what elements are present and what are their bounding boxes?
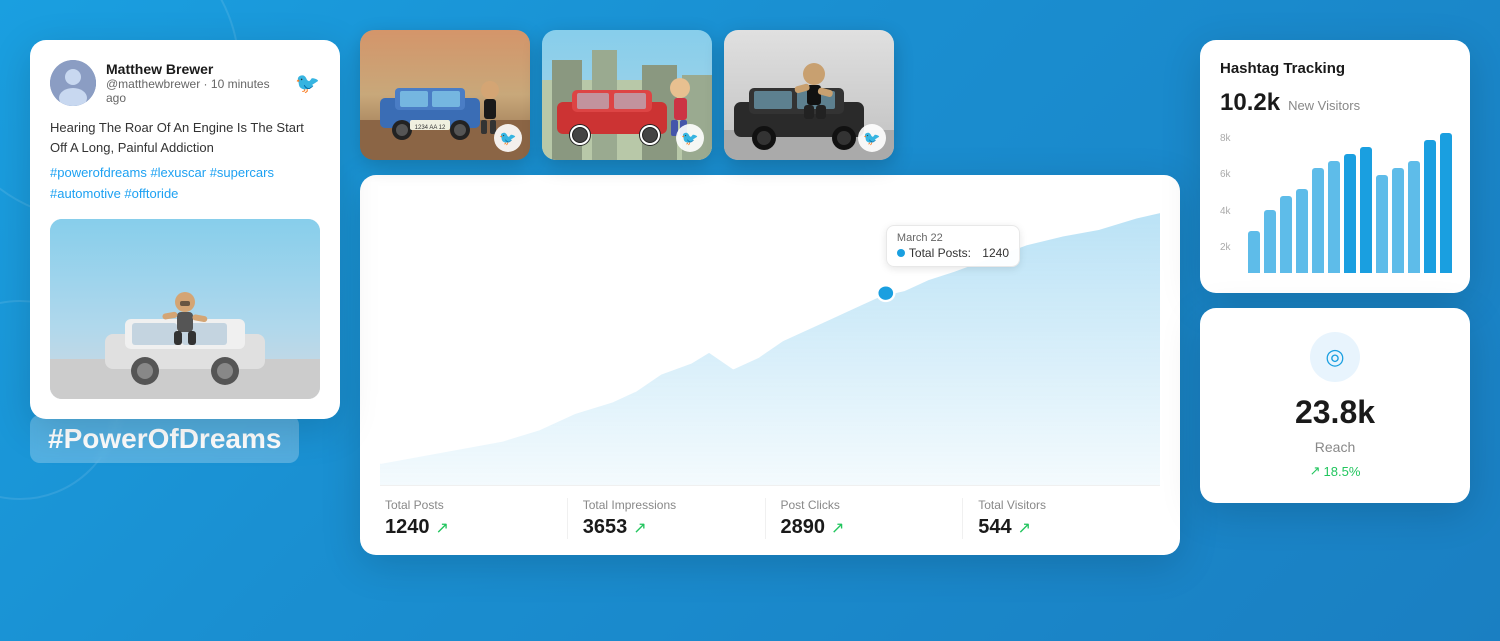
bars-container (1248, 133, 1452, 273)
photo-grid: 1234 AA 12 🐦 (360, 30, 1180, 160)
reach-change-badge: ↗ 18.5% (1310, 463, 1361, 479)
bar-item (1280, 196, 1292, 273)
photo-thumb-3[interactable]: 🐦 (724, 30, 894, 160)
right-panel: Hashtag Tracking 10.2k New Visitors 8k 6… (1200, 40, 1470, 503)
stats-row: Total Posts 1240 ↗ Total Impressions 365… (380, 485, 1160, 555)
stat-total-posts-label: Total Posts (385, 498, 552, 512)
stat-visitors-value: 544 (978, 516, 1011, 539)
bar-item (1440, 133, 1452, 273)
middle-section: 1234 AA 12 🐦 (360, 30, 1180, 555)
bar-chart-area: 8k 6k 4k 2k (1220, 133, 1450, 273)
y-axis: 8k 6k 4k 2k (1220, 133, 1231, 253)
photo-thumb-2[interactable]: 🐦 (542, 30, 712, 160)
stat-visitors-value-row: 544 ↗ (978, 516, 1145, 539)
stat-visitors-label: Total Visitors (978, 498, 1145, 512)
tweet-card: Matthew Brewer @matthewbrewer · 10 minut… (30, 40, 340, 419)
avatar (50, 60, 96, 106)
stat-total-posts-arrow: ↗ (436, 518, 449, 538)
stat-total-visitors: Total Visitors 544 ↗ (963, 498, 1160, 539)
bar-item (1264, 210, 1276, 273)
chart-card: March 22 Total Posts: 1240 (360, 175, 1180, 555)
svg-text:1234 AA 12: 1234 AA 12 (415, 125, 446, 131)
stat-visitors-arrow: ↗ (1018, 518, 1031, 538)
tweet-text: Hearing The Roar Of An Engine Is The Sta… (50, 118, 320, 157)
tooltip-dot (897, 249, 905, 257)
tweet-image (50, 219, 320, 399)
tweet-header: Matthew Brewer @matthewbrewer · 10 minut… (50, 60, 320, 106)
chart-tooltip: March 22 Total Posts: 1240 (886, 225, 1020, 267)
bar-item (1344, 154, 1356, 273)
hashtag-sub-label: New Visitors (1288, 98, 1360, 113)
stat-total-impressions: Total Impressions 3653 ↗ (568, 498, 766, 539)
photo-twitter-icon-3: 🐦 (858, 124, 886, 152)
main-layout: Matthew Brewer @matthewbrewer · 10 minut… (0, 0, 1500, 641)
tweet-handle: @matthewbrewer · 10 minutes ago (106, 77, 285, 105)
reach-number: 23.8k (1295, 394, 1375, 431)
hashtag-tracking-card: Hashtag Tracking 10.2k New Visitors 8k 6… (1200, 40, 1470, 293)
reach-arrow-icon: ↗ (1310, 463, 1321, 479)
bar-item (1248, 231, 1260, 273)
chart-area: March 22 Total Posts: 1240 (380, 195, 1160, 485)
twitter-icon: 🐦 (295, 71, 320, 96)
reach-icon: ◎ (1310, 332, 1360, 382)
tooltip-date: March 22 (897, 232, 1009, 244)
bar-item (1296, 189, 1308, 273)
bar-item (1424, 140, 1436, 273)
stat-clicks-value: 2890 (781, 516, 826, 539)
bar-item (1312, 168, 1324, 273)
bar-item (1328, 161, 1340, 273)
stat-clicks-arrow: ↗ (831, 518, 844, 538)
bar-item (1408, 161, 1420, 273)
tweet-hashtags: #powerofdreams #lexuscar #supercars #aut… (50, 163, 320, 205)
hashtag-tracking-title: Hashtag Tracking (1220, 60, 1450, 77)
bar-item (1376, 175, 1388, 273)
stat-clicks-value-row: 2890 ↗ (781, 516, 948, 539)
photo-twitter-icon-2: 🐦 (676, 124, 704, 152)
stat-post-clicks: Post Clicks 2890 ↗ (766, 498, 964, 539)
reach-change-value: 18.5% (1324, 464, 1361, 479)
reach-label: Reach (1315, 439, 1355, 455)
stat-impressions-label: Total Impressions (583, 498, 750, 512)
stat-clicks-label: Post Clicks (781, 498, 948, 512)
reach-card: ◎ 23.8k Reach ↗ 18.5% (1200, 308, 1470, 503)
tooltip-value: Total Posts: 1240 (897, 246, 1009, 260)
tweet-user-info: Matthew Brewer @matthewbrewer · 10 minut… (106, 61, 285, 105)
bar-item (1360, 147, 1372, 273)
line-chart-svg (380, 195, 1160, 485)
photo-thumb-1[interactable]: 1234 AA 12 🐦 (360, 30, 530, 160)
stat-total-posts-value-row: 1240 ↗ (385, 516, 552, 539)
wifi-icon: ◎ (1325, 344, 1344, 370)
tweet-username: Matthew Brewer (106, 61, 285, 77)
stat-impressions-arrow: ↗ (633, 518, 646, 538)
hashtag-stats-row: 10.2k New Visitors (1220, 89, 1450, 117)
photo-twitter-icon-1: 🐦 (494, 124, 522, 152)
stat-total-posts: Total Posts 1240 ↗ (380, 498, 568, 539)
stat-impressions-value-row: 3653 ↗ (583, 516, 750, 539)
stat-total-posts-value: 1240 (385, 516, 430, 539)
hashtag-big-value: #PowerOfDreams (30, 415, 299, 463)
stat-impressions-value: 3653 (583, 516, 628, 539)
bar-item (1392, 168, 1404, 273)
hashtag-big-num: 10.2k (1220, 89, 1280, 117)
